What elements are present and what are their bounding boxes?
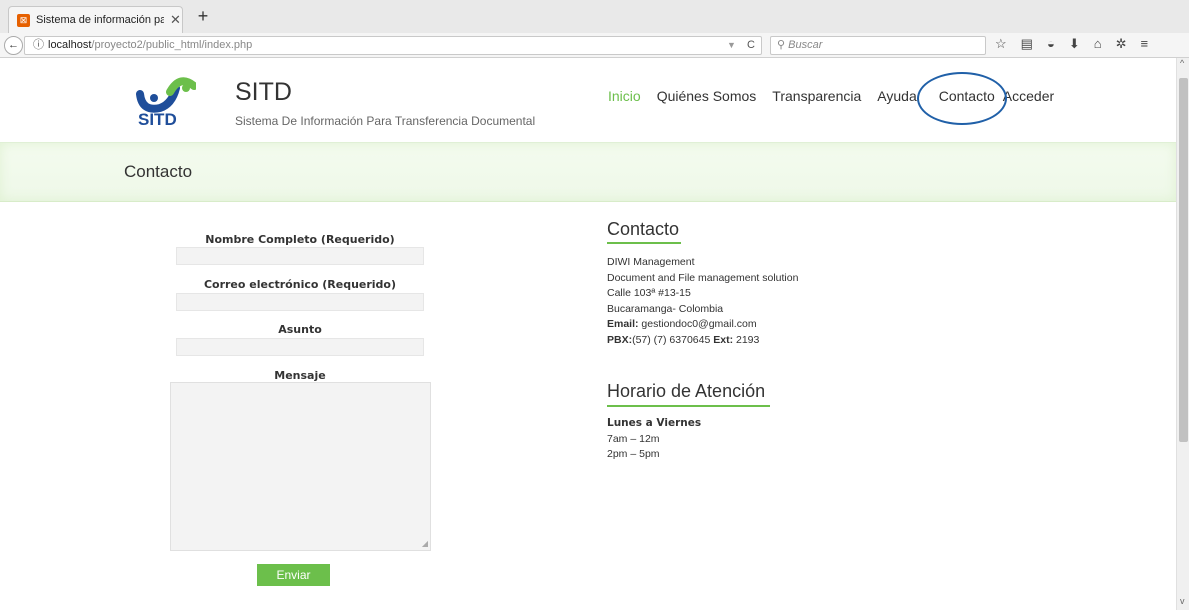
menu-item-inicio[interactable]: Inicio bbox=[608, 88, 641, 104]
schedule-underline bbox=[607, 405, 770, 407]
schedule-days: Lunes a Viernes bbox=[607, 417, 702, 429]
contact-info: DIWI Management Document and File manage… bbox=[607, 255, 798, 348]
page-banner: Contacto bbox=[0, 142, 1176, 202]
browser-tab[interactable]: ⊠ Sistema de información par ✕ bbox=[8, 6, 183, 33]
back-button[interactable]: ← bbox=[4, 36, 23, 55]
search-icon: ⚲ bbox=[777, 39, 786, 51]
menu-item-quienes-somos[interactable]: Quiénes Somos bbox=[657, 88, 757, 104]
page-title: Contacto bbox=[124, 162, 193, 181]
url-bar[interactable]: ⓘ localhost/proyecto2/public_html/index.p… bbox=[24, 36, 762, 55]
schedule-morning: 7am – 12m bbox=[607, 432, 660, 445]
email-label: Correo electrónico (Requerido) bbox=[203, 278, 397, 291]
contact-underline bbox=[607, 242, 681, 244]
browser-navbar: ← ⓘ localhost/proyecto2/public_html/index… bbox=[0, 33, 1189, 58]
site-subtitle: Sistema De Información Para Transferenci… bbox=[235, 114, 536, 128]
close-tab-icon[interactable]: ✕ bbox=[170, 12, 181, 28]
city: Bucaramanga- Colombia bbox=[607, 302, 724, 315]
scroll-thumb[interactable] bbox=[1179, 78, 1188, 442]
email-label-text: Email: bbox=[607, 318, 639, 330]
schedule-afternoon: 2pm – 5pm bbox=[607, 448, 660, 460]
schedule-info: Lunes a Viernes 7am – 12m 2pm – 5pm bbox=[607, 416, 701, 463]
ext-value: 2193 bbox=[733, 333, 760, 346]
pocket-icon[interactable]: ◒ bbox=[1047, 36, 1055, 55]
extension-icon[interactable]: ✲ bbox=[1116, 36, 1127, 55]
menu-icon[interactable]: ≡ bbox=[1140, 36, 1148, 55]
xampp-favicon-icon: ⊠ bbox=[17, 13, 30, 27]
reading-list-icon[interactable]: ▤ bbox=[1021, 36, 1033, 55]
download-icon[interactable]: ⬇ bbox=[1069, 36, 1080, 55]
url-path: /proyecto2/public_html/index.php bbox=[91, 39, 253, 51]
pbx-label: PBX: bbox=[607, 333, 633, 346]
dropdown-icon[interactable]: ▼ bbox=[727, 37, 736, 54]
scroll-down-icon[interactable]: v bbox=[1180, 596, 1185, 606]
highlight-circle bbox=[917, 72, 1007, 125]
browser-tabbar: ⊠ Sistema de información par ✕ + bbox=[0, 0, 1189, 33]
home-icon[interactable]: ⌂ bbox=[1094, 36, 1102, 55]
bookmark-star-icon[interactable]: ☆ bbox=[995, 36, 1007, 55]
search-input[interactable]: ⚲ Buscar bbox=[770, 36, 986, 55]
email-line: Email: gestiondoc0@gmail.com bbox=[607, 317, 798, 333]
page-scrollbar[interactable]: ^ v bbox=[1176, 58, 1189, 610]
company-tagline: Document and File management solution bbox=[607, 271, 799, 284]
reload-icon[interactable]: C bbox=[747, 37, 755, 54]
name-label: Nombre Completo (Requerido) bbox=[205, 233, 395, 246]
scroll-up-icon[interactable]: ^ bbox=[1180, 58, 1184, 68]
phone-line: PBX:(57) (7) 6370645 Ext: 2193 bbox=[607, 333, 798, 349]
browser-toolbar: ☆ ▤ ◒ ⬇ ⌂ ✲ ≡ bbox=[995, 36, 1148, 55]
url-host: localhost bbox=[48, 39, 92, 51]
address: Calle 103ª #13-15 bbox=[607, 287, 691, 299]
subject-field[interactable] bbox=[176, 338, 424, 356]
schedule-heading: Horario de Atención bbox=[607, 381, 766, 401]
pbx-value: (57) (7) 6370645 bbox=[632, 333, 714, 346]
email-value: gestiondoc0@gmail.com bbox=[638, 318, 757, 330]
contact-heading: Contacto bbox=[607, 219, 680, 239]
logo-text: SITD bbox=[138, 110, 177, 129]
new-tab-button[interactable]: + bbox=[191, 6, 215, 27]
send-button[interactable]: Enviar bbox=[257, 564, 330, 586]
site-title[interactable]: SITD bbox=[235, 78, 292, 107]
email-field[interactable] bbox=[176, 293, 424, 311]
search-placeholder: Buscar bbox=[788, 39, 823, 51]
message-label: Mensaje bbox=[274, 369, 326, 382]
menu-item-transparencia[interactable]: Transparencia bbox=[772, 88, 861, 104]
name-field[interactable] bbox=[176, 247, 424, 265]
message-textarea[interactable]: ◢ bbox=[170, 382, 431, 551]
resize-grip-icon[interactable]: ◢ bbox=[422, 539, 428, 548]
subject-label: Asunto bbox=[278, 323, 322, 336]
tab-title: Sistema de información par bbox=[36, 14, 164, 26]
menu-item-acceder[interactable]: Acceder bbox=[1003, 88, 1054, 104]
company-name: DIWI Management bbox=[607, 256, 695, 268]
info-icon[interactable]: ⓘ bbox=[33, 39, 44, 51]
ext-label: Ext: bbox=[713, 333, 734, 346]
menu-item-ayuda[interactable]: Ayuda bbox=[877, 88, 916, 104]
